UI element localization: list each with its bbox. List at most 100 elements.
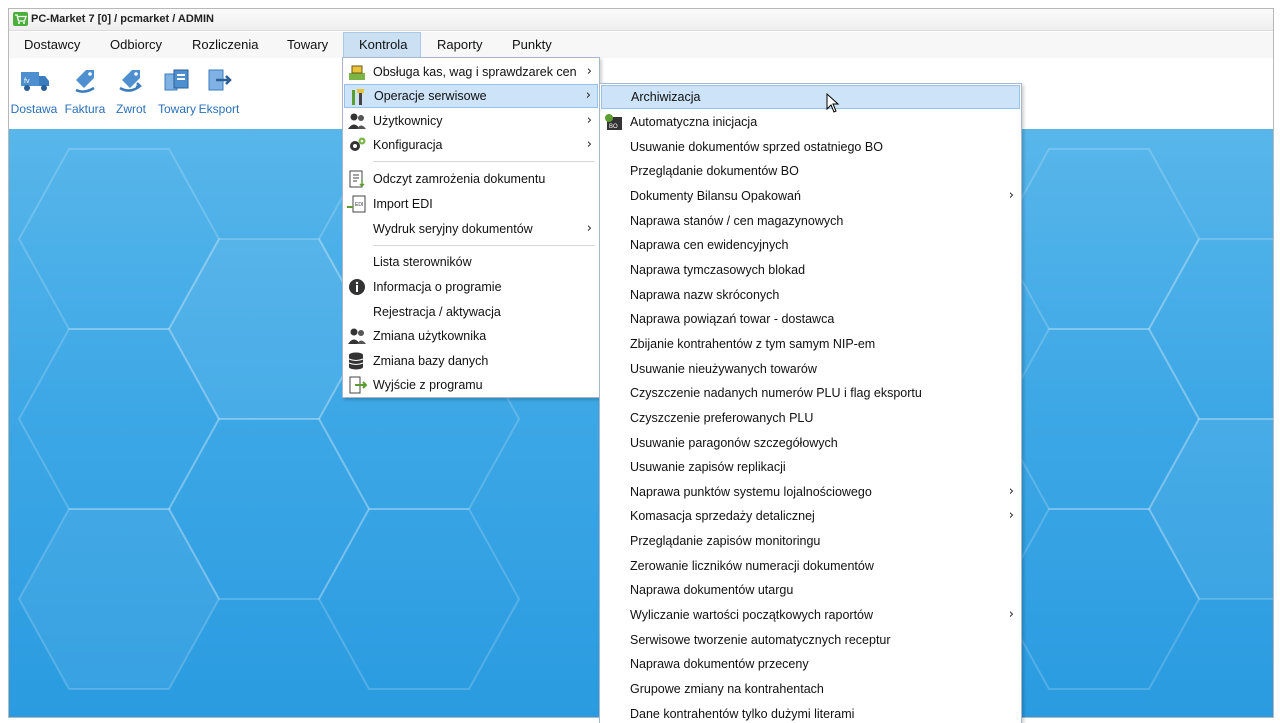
menu-item-label: Przeglądanie dokumentów BO	[630, 164, 799, 178]
menu-punkty[interactable]: Punkty	[497, 32, 567, 58]
submenu-item-archiwizacja[interactable]: Archiwizacja	[601, 85, 1020, 109]
menu-item-label: Czyszczenie preferowanych PLU	[630, 411, 814, 425]
exit-icon	[349, 376, 367, 394]
menu-raporty[interactable]: Raporty	[422, 32, 498, 58]
return-tag-icon	[119, 70, 142, 92]
svg-text:EDI: EDI	[355, 202, 363, 208]
submenu-item-komasacja[interactable]: Komasacja sprzedaży detalicznej ›	[601, 504, 1020, 528]
submenu-item-naprawa-przeceny[interactable]: Naprawa dokumentów przeceny	[601, 652, 1020, 676]
menu-item-lista-sterownikow[interactable]: Lista sterowników	[344, 250, 598, 274]
menu-item-label: Przeglądanie zapisów monitoringu	[630, 534, 821, 548]
submenu-item-automatyczna-inicjacja[interactable]: BO Automatyczna inicjacja	[601, 110, 1020, 134]
submenu-item-monitoring[interactable]: Przeglądanie zapisów monitoringu	[601, 529, 1020, 553]
submenu-item-naprawa-nazw[interactable]: Naprawa nazw skróconych	[601, 283, 1020, 307]
menu-item-operacje-serwisowe[interactable]: Operacje serwisowe ›	[344, 84, 598, 108]
menu-rozliczenia[interactable]: Rozliczenia	[177, 32, 273, 58]
menu-dostawcy[interactable]: Dostawcy	[9, 32, 95, 58]
menu-item-import-edi[interactable]: EDI Import EDI	[344, 192, 598, 216]
menu-item-informacja[interactable]: Informacja o programie	[344, 275, 598, 299]
submenu-item-bilans-opakowan[interactable]: Dokumenty Bilansu Opakowań ›	[601, 184, 1020, 208]
menu-item-label: Wyliczanie wartości początkowych raportó…	[630, 608, 874, 622]
submenu-item-wartosci-poczatkowe[interactable]: Wyliczanie wartości początkowych raportó…	[601, 603, 1020, 627]
title-bar: PC-Market 7 [0] / pcmarket / ADMIN	[9, 9, 1273, 31]
toolbar-label-eksport: Eksport	[198, 102, 240, 116]
submenu-item-naprawa-powiazan[interactable]: Naprawa powiązań towar - dostawca	[601, 307, 1020, 331]
menu-separator	[373, 245, 595, 246]
submenu-arrow-icon: ›	[1008, 607, 1014, 622]
window-title: PC-Market 7 [0] / pcmarket / ADMIN	[31, 13, 214, 25]
toolbar-button-dostawa[interactable]: fv Dostawa	[9, 66, 59, 128]
menu-separator	[373, 161, 595, 162]
menu-item-label: Naprawa nazw skróconych	[630, 288, 780, 302]
switch-user-icon	[348, 328, 366, 344]
submenu-arrow-icon: ›	[586, 113, 592, 128]
submenu-arrow-icon: ›	[1008, 508, 1014, 523]
submenu-arrow-icon: ›	[1008, 484, 1014, 499]
menu-item-label: Automatyczna inicjacja	[630, 115, 758, 129]
menu-item-wyjscie[interactable]: Wyjście z programu	[344, 373, 598, 397]
menu-item-label: Wydruk seryjny dokumentów	[373, 222, 533, 236]
menu-kontrola[interactable]: Kontrola	[343, 32, 421, 58]
svg-text:fv: fv	[24, 78, 30, 85]
menu-item-label: Usuwanie dokumentów sprzed ostatniego BO	[630, 140, 883, 154]
submenu-arrow-icon: ›	[586, 137, 592, 152]
menu-item-rejestracja[interactable]: Rejestracja / aktywacja	[344, 300, 598, 324]
menu-item-label: Komasacja sprzedaży detalicznej	[630, 509, 815, 523]
submenu-item-naprawa-stanow[interactable]: Naprawa stanów / cen magazynowych	[601, 209, 1020, 233]
menu-item-label: Informacja o programie	[373, 280, 502, 294]
menu-item-label: Import EDI	[373, 197, 433, 211]
info-icon	[349, 279, 365, 295]
submenu-item-naprawa-punktow[interactable]: Naprawa punktów systemu lojalnościowego ›	[601, 480, 1020, 504]
menu-item-konfiguracja[interactable]: Konfiguracja ›	[344, 133, 598, 157]
menu-item-label: Usuwanie paragonów szczegółowych	[630, 436, 838, 450]
submenu-item-duze-litery[interactable]: Dane kontrahentów tylko dużymi literami	[601, 702, 1020, 723]
menu-item-label: Zmiana bazy danych	[373, 354, 489, 368]
menu-bar: Dostawcy Odbiorcy Rozliczenia Towary Kon…	[9, 32, 1273, 58]
menu-item-label: Serwisowe tworzenie automatycznych recep…	[630, 633, 891, 647]
submenu-item-naprawa-blokad[interactable]: Naprawa tymczasowych blokad	[601, 258, 1020, 282]
submenu-item-usuwanie-towarow[interactable]: Usuwanie nieużywanych towarów	[601, 357, 1020, 381]
submenu-item-grupowe-zmiany[interactable]: Grupowe zmiany na kontrahentach	[601, 677, 1020, 701]
menu-item-label: Archiwizacja	[631, 90, 701, 104]
menu-item-wydruk-seryjny[interactable]: Wydruk seryjny dokumentów ›	[344, 217, 598, 241]
toolbar-label-faktura: Faktura	[64, 102, 106, 116]
shopping-cart-icon	[13, 12, 28, 26]
products-icon	[164, 69, 189, 91]
submenu-item-usuwanie-dokumentow-bo[interactable]: Usuwanie dokumentów sprzed ostatniego BO	[601, 135, 1020, 159]
menu-item-label: Naprawa dokumentów utargu	[630, 583, 794, 597]
submenu-arrow-icon: ›	[585, 88, 591, 103]
menu-item-label: Usuwanie nieużywanych towarów	[630, 362, 817, 376]
menu-item-label: Naprawa tymczasowych blokad	[630, 263, 806, 277]
menu-item-label: Dane kontrahentów tylko dużymi literami	[630, 707, 855, 721]
submenu-item-zbijanie-kontrahentow[interactable]: Zbijanie kontrahentów z tym samym NIP-em	[601, 332, 1020, 356]
menu-towary[interactable]: Towary	[272, 32, 343, 58]
menu-item-label: Obsługa kas, wag i sprawdzarek cen	[373, 65, 577, 79]
menu-item-zmiana-uzytkownika[interactable]: Zmiana użytkownika	[344, 324, 598, 348]
submenu-item-receptury[interactable]: Serwisowe tworzenie automatycznych recep…	[601, 628, 1020, 652]
svg-text:BO: BO	[609, 124, 618, 130]
menu-item-obsluga-kas[interactable]: Obsługa kas, wag i sprawdzarek cen ›	[344, 60, 598, 84]
submenu-item-zerowanie-licznikow[interactable]: Zerowanie liczników numeracji dokumentów	[601, 554, 1020, 578]
submenu-item-naprawa-cen-ewid[interactable]: Naprawa cen ewidencyjnych	[601, 233, 1020, 257]
submenu-item-naprawa-utargu[interactable]: Naprawa dokumentów utargu	[601, 578, 1020, 602]
submenu-item-usuwanie-paragonow[interactable]: Usuwanie paragonów szczegółowych	[601, 431, 1020, 455]
menu-item-uzytkownicy[interactable]: Użytkownicy ›	[344, 109, 598, 133]
menu-item-label: Użytkownicy	[373, 114, 443, 128]
submenu-item-usuwanie-replikacji[interactable]: Usuwanie zapisów replikacji	[601, 455, 1020, 479]
toolbar-button-faktura[interactable]: Faktura	[60, 66, 110, 128]
toolbar-button-eksport[interactable]: Eksport	[194, 66, 244, 128]
submenu-item-czyszczenie-plu-flag[interactable]: Czyszczenie nadanych numerów PLU i flag …	[601, 381, 1020, 405]
menu-item-label: Konfiguracja	[373, 138, 443, 152]
menu-item-odczyt-zamrozenia[interactable]: Odczyt zamrożenia dokumentu	[344, 167, 598, 191]
submenu-item-przegladanie-bo[interactable]: Przeglądanie dokumentów BO	[601, 159, 1020, 183]
toolbar-label-zwrot: Zwrot	[116, 102, 146, 116]
menu-item-label: Dokumenty Bilansu Opakowań	[630, 189, 801, 203]
toolbar-button-zwrot[interactable]: Zwrot	[106, 66, 156, 128]
submenu-arrow-icon: ›	[1008, 188, 1014, 203]
menu-item-label: Zerowanie liczników numeracji dokumentów	[630, 559, 874, 573]
menu-odbiorcy[interactable]: Odbiorcy	[95, 32, 177, 58]
submenu-item-czyszczenie-pref-plu[interactable]: Czyszczenie preferowanych PLU	[601, 406, 1020, 430]
menu-item-label: Naprawa punktów systemu lojalnościowego	[630, 485, 872, 499]
menu-item-label: Wyjście z programu	[373, 378, 483, 392]
menu-item-zmiana-bazy[interactable]: Zmiana bazy danych	[344, 349, 598, 373]
